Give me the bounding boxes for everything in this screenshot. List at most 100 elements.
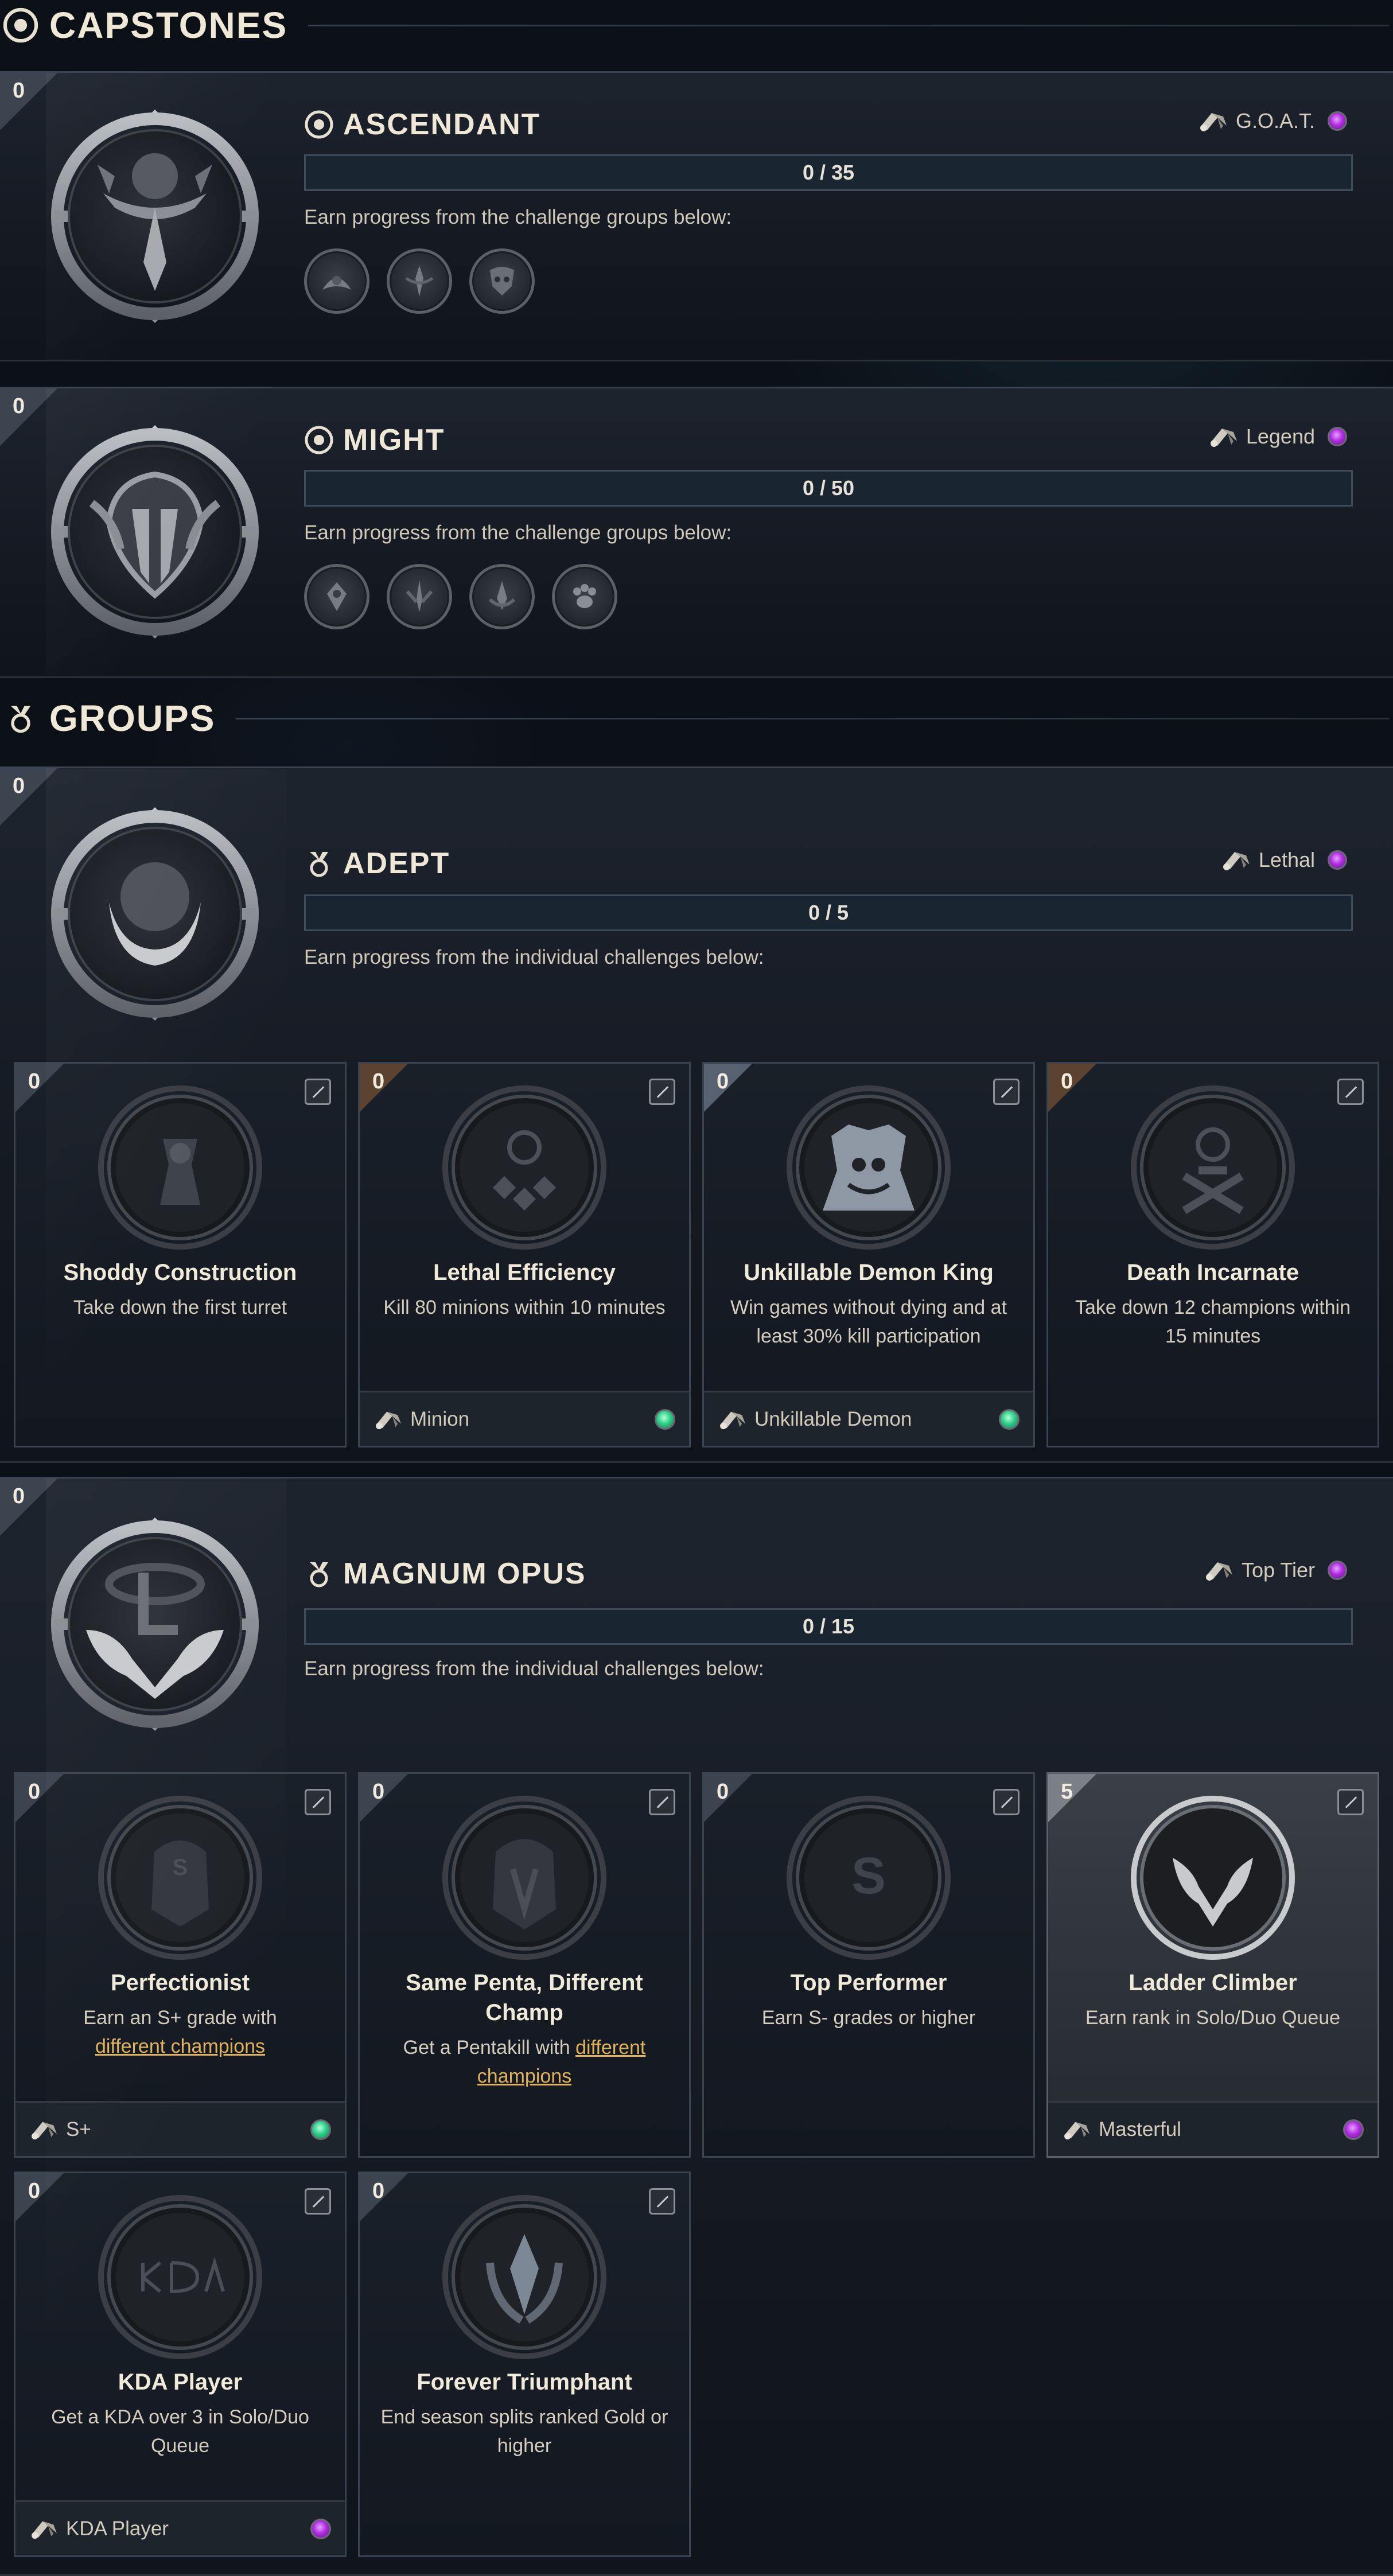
penta-helmet-icon xyxy=(441,1795,608,1961)
track-checkbox[interactable] xyxy=(1337,1789,1364,1815)
capstone-title-row: ASCENDANT xyxy=(304,107,540,142)
challenge-description: Earn an S+ grade with different champion… xyxy=(33,2003,328,2061)
challenge-card[interactable]: 0 KDA Player Get a KDA over 3 in Solo/Du… xyxy=(14,2172,347,2557)
progress-hint: Earn progress from the challenge groups … xyxy=(304,206,732,228)
group-icon[interactable] xyxy=(387,564,452,629)
progress-bar: 0 / 50 xyxy=(304,470,1353,507)
challenge-count: 0 xyxy=(717,1780,729,1804)
track-checkbox[interactable] xyxy=(649,1789,675,1815)
reward-footer[interactable]: S+ xyxy=(15,2101,345,2156)
reward-gem-icon xyxy=(1328,427,1347,446)
group-title-row: ADEPT xyxy=(304,846,450,881)
challenge-count: 0 xyxy=(28,2179,41,2203)
reward-title[interactable]: G.O.A.T. xyxy=(1198,108,1347,134)
capstone-title-row: MIGHT xyxy=(304,423,445,457)
track-checkbox[interactable] xyxy=(993,1079,1020,1105)
challenge-card[interactable]: 0 Forever Triumphant End season splits r… xyxy=(358,2172,691,2557)
capstone-might[interactable]: 0 MIGHT Legend 0 / 50 Earn progress from… xyxy=(0,387,1393,678)
challenge-groups xyxy=(304,248,535,314)
demon-king-icon xyxy=(785,1084,952,1251)
challenge-title: KDA Player xyxy=(118,2369,243,2395)
progress-hint: Earn progress from the challenge groups … xyxy=(304,522,732,544)
challenge-card[interactable]: 0 S Perfectionist Earn an S+ grade with … xyxy=(14,1772,347,2158)
scroll-icon xyxy=(1221,847,1253,873)
group-icon[interactable] xyxy=(387,248,452,314)
group-magnum-opus: 0 MAGNUM OPUS Top Tier 0 / 15 Earn progr… xyxy=(0,1477,1393,2576)
groups-header: GROUPS xyxy=(0,693,1393,744)
capstone-icon xyxy=(2,7,39,44)
track-checkbox[interactable] xyxy=(305,2188,331,2215)
challenge-title: Lethal Efficiency xyxy=(433,1260,616,1285)
different-champions-link[interactable]: different champions xyxy=(95,2036,265,2057)
challenge-count: 0 xyxy=(717,1069,729,1094)
turret-icon xyxy=(97,1084,263,1251)
progress-bar: 0 / 35 xyxy=(304,154,1353,191)
reward-footer[interactable]: KDA Player xyxy=(15,2500,345,2555)
scroll-icon xyxy=(718,1407,749,1431)
group-icon[interactable] xyxy=(304,564,369,629)
scroll-icon xyxy=(373,1407,404,1431)
group-title: MAGNUM OPUS xyxy=(343,1557,586,1590)
track-checkbox[interactable] xyxy=(305,1079,331,1105)
track-checkbox[interactable] xyxy=(1337,1079,1364,1105)
group-icon[interactable] xyxy=(469,564,535,629)
scroll-icon xyxy=(1062,2118,1093,2142)
description-text: Get a Pentakill with xyxy=(403,2037,570,2059)
progress-hint: Earn progress from the individual challe… xyxy=(304,1657,764,1680)
reward-label: Unkillable Demon xyxy=(754,1407,912,1430)
track-checkbox[interactable] xyxy=(649,1079,675,1105)
challenge-card[interactable]: 0 Lethal Efficiency Kill 80 minions with… xyxy=(358,1062,691,1447)
reward-label: KDA Player xyxy=(66,2517,169,2540)
challenge-count: 5 xyxy=(1061,1780,1073,1804)
capstone-ascendant[interactable]: 0 ASCENDANT G.O.A.T. 0 / 35 Earn progres… xyxy=(0,71,1393,361)
challenge-description: Take down 12 champions within 15 minutes xyxy=(1075,1297,1351,1347)
challenge-title: Same Penta, Different Champ xyxy=(371,1968,678,2028)
magnum-opus-emblem-icon[interactable] xyxy=(46,1515,264,1733)
adept-emblem-icon[interactable] xyxy=(46,805,264,1023)
scroll-icon xyxy=(29,2118,60,2142)
reward-label: S+ xyxy=(66,2118,91,2141)
challenge-card[interactable]: 0 Unkillable Demon King Win games withou… xyxy=(702,1062,1035,1447)
group-adept: 0 ADEPT Lethal 0 / 5 Earn progress from … xyxy=(0,766,1393,1463)
group-icon[interactable] xyxy=(304,248,369,314)
challenge-card[interactable]: 0 S Top Performer Earn S- grades or high… xyxy=(702,1772,1035,2158)
reward-footer[interactable]: Unkillable Demon xyxy=(704,1391,1033,1446)
title-line: Same Penta, Different xyxy=(406,1970,643,1995)
ladder-crest-icon xyxy=(1131,1796,1295,1960)
challenge-card[interactable]: 0 Death Incarnate Take down 12 champions… xyxy=(1046,1062,1379,1447)
reward-title[interactable]: Legend xyxy=(1208,424,1347,449)
reward-title[interactable]: Top Tier xyxy=(1204,1558,1347,1583)
challenge-title: Unkillable Demon King xyxy=(744,1260,994,1285)
reward-footer[interactable]: Minion xyxy=(360,1391,689,1446)
challenge-description: Take down the first turret xyxy=(73,1297,287,1318)
reward-gem-icon xyxy=(1328,1561,1347,1580)
group-icon[interactable] xyxy=(469,248,535,314)
laurel-crest-icon xyxy=(441,2194,608,2360)
paw-icon[interactable] xyxy=(552,564,617,629)
reward-gem-icon xyxy=(1328,850,1347,870)
track-checkbox[interactable] xyxy=(305,1789,331,1815)
reward-label: G.O.A.T. xyxy=(1235,109,1315,133)
ascendant-emblem-icon xyxy=(46,107,264,325)
capstone-icon xyxy=(304,425,334,455)
challenge-card[interactable]: 5 Ladder Climber Earn rank in Solo/Duo Q… xyxy=(1046,1772,1379,2158)
track-checkbox[interactable] xyxy=(649,2188,675,2215)
reward-footer[interactable]: Masterful xyxy=(1048,2101,1378,2156)
kda-logo-icon xyxy=(97,2194,263,2360)
scroll-icon xyxy=(1204,1558,1236,1583)
reward-gem-icon xyxy=(1328,111,1347,131)
scroll-icon xyxy=(1198,108,1230,134)
challenge-title: Ladder Climber xyxy=(1129,1970,1297,1995)
challenge-card[interactable]: 0 Shoddy Construction Take down the firs… xyxy=(14,1062,347,1447)
challenge-card[interactable]: 0 Same Penta, Different Champ Get a Pent… xyxy=(358,1772,691,2158)
group-title-row: MAGNUM OPUS xyxy=(304,1557,586,1591)
reward-label: Minion xyxy=(410,1407,470,1430)
groups-title: GROUPS xyxy=(49,698,216,739)
challenge-description: Earn S- grades or higher xyxy=(761,2007,976,2029)
reward-label: Legend xyxy=(1246,425,1315,448)
challenge-count: 0 xyxy=(372,1069,385,1094)
reward-title[interactable]: Lethal xyxy=(1221,847,1347,873)
reward-gem-icon xyxy=(1343,2119,1364,2140)
track-checkbox[interactable] xyxy=(993,1789,1020,1815)
challenge-title: Perfectionist xyxy=(110,1970,250,1995)
